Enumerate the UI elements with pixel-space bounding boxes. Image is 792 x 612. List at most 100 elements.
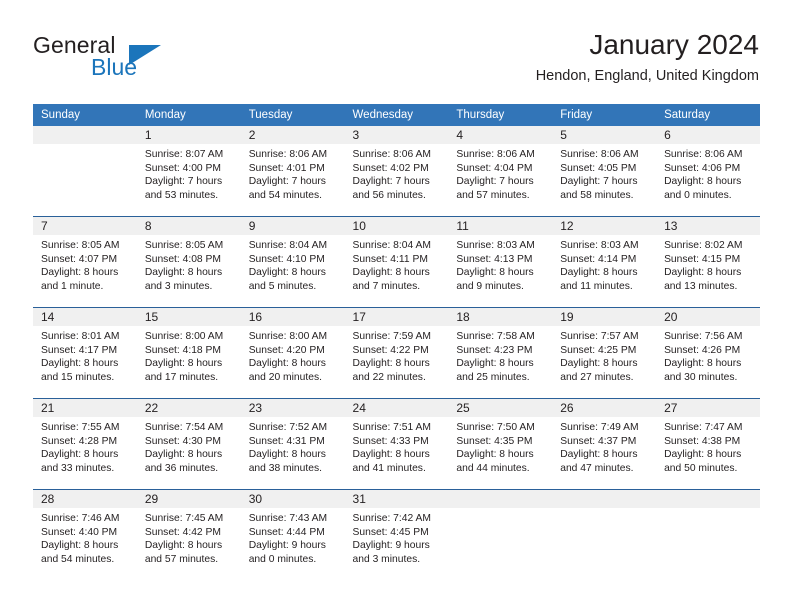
calendar-day-cell[interactable]: 8 Sunrise: 8:05 AM Sunset: 4:08 PM Daylight… — [136, 216, 241, 308]
sunset-line: Sunset: 4:01 PM — [248, 162, 325, 174]
sunrise-line: Sunrise: 8:06 AM — [456, 149, 535, 160]
calendar-day-cell[interactable]: 22 Sunrise: 7:54 AM Sunset: 4:30 PM Dayligh… — [136, 398, 241, 490]
sunset-line: Sunset: 4:08 PM — [144, 253, 221, 265]
day-number: 29 — [144, 492, 159, 506]
daylight-line-continued: and 5 minutes. — [248, 280, 317, 292]
daylight-line-continued: and 20 minutes. — [248, 371, 322, 383]
sunrise-line: Sunrise: 7:55 AM — [41, 422, 120, 433]
page-title: January 2024 — [589, 29, 759, 60]
day-cell-content: 2 Sunrise: 8:06 AM Sunset: 4:01 PM Daylight… — [240, 126, 345, 216]
daylight-line-continued: and 57 minutes. — [144, 553, 219, 565]
day-details: Sunrise: 7:45 AM Sunset: 4:42 PM Daylight:… — [137, 508, 241, 566]
day-cell-content: 13 Sunrise: 8:02 AM Sunset: 4:15 PM Dayligh… — [656, 217, 760, 307]
calendar-day-cell[interactable]: 9 Sunrise: 8:04 AM Sunset: 4:10 PM Daylight… — [240, 216, 345, 308]
daylight-line-continued: and 0 minutes. — [664, 189, 732, 201]
calendar-day-cell[interactable]: 15 Sunrise: 8:00 AM Sunset: 4:18 PM Dayligh… — [136, 307, 241, 399]
day-details: Sunrise: 7:51 AM Sunset: 4:33 PM Daylight:… — [345, 417, 449, 475]
calendar-day-cell[interactable]: 31 Sunrise: 7:42 AM Sunset: 4:45 PM Dayligh… — [344, 489, 449, 580]
day-number: 2 — [248, 128, 256, 142]
daylight-line-continued: and 3 minutes. — [144, 280, 213, 292]
calendar-day-cell[interactable]: 14 Sunrise: 8:01 AM Sunset: 4:17 PM Dayligh… — [33, 307, 137, 399]
day-number-band: 8 — [136, 217, 241, 235]
sunrise-line: Sunrise: 8:02 AM — [664, 240, 743, 251]
daylight-line-continued: and 47 minutes. — [560, 462, 634, 474]
calendar-day-cell[interactable]: 24 Sunrise: 7:51 AM Sunset: 4:33 PM Dayligh… — [344, 398, 449, 490]
calendar-day-cell[interactable]: 4 Sunrise: 8:06 AM Sunset: 4:04 PM Daylight… — [448, 126, 553, 217]
day-number-band: 7 — [33, 217, 137, 235]
calendar-day-cell[interactable]: 6 Sunrise: 8:06 AM Sunset: 4:06 PM Daylight… — [656, 126, 760, 217]
day-details: Sunrise: 8:05 AM Sunset: 4:08 PM Daylight:… — [137, 235, 241, 293]
general-blue-logo: General Blue — [33, 32, 243, 88]
day-cell-content — [33, 126, 137, 216]
day-cell-content: 8 Sunrise: 8:05 AM Sunset: 4:08 PM Daylight… — [136, 217, 241, 307]
sunrise-line: Sunrise: 7:49 AM — [560, 422, 639, 433]
calendar-day-cell[interactable]: 2 Sunrise: 8:06 AM Sunset: 4:01 PM Daylight… — [240, 126, 345, 217]
day-number: 5 — [560, 128, 567, 142]
calendar-day-cell — [552, 489, 657, 580]
day-number-band: 24 — [344, 399, 449, 417]
day-details: Sunrise: 8:06 AM Sunset: 4:01 PM Daylight:… — [241, 144, 345, 202]
day-number-band: 27 — [656, 399, 760, 417]
sunrise-line: Sunrise: 8:05 AM — [41, 240, 120, 251]
day-number-band: 5 — [552, 126, 657, 144]
daylight-line: Daylight: 7 hours — [352, 176, 430, 188]
daylight-line: Daylight: 8 hours — [352, 358, 430, 370]
day-cell-content: 16 Sunrise: 8:00 AM Sunset: 4:20 PM Dayligh… — [240, 308, 345, 398]
sunset-line: Sunset: 4:13 PM — [456, 253, 533, 265]
day-details: Sunrise: 7:54 AM Sunset: 4:30 PM Daylight:… — [137, 417, 241, 475]
day-details: Sunrise: 8:06 AM Sunset: 4:04 PM Daylight:… — [448, 144, 552, 202]
calendar-day-cell[interactable]: 23 Sunrise: 7:52 AM Sunset: 4:31 PM Dayligh… — [240, 398, 345, 490]
day-number: 3 — [352, 128, 360, 142]
calendar-week-row: 28 Sunrise: 7:46 AM Sunset: 4:40 PM Dayligh… — [33, 489, 760, 580]
day-details: Sunrise: 8:06 AM Sunset: 4:05 PM Daylight:… — [552, 144, 656, 202]
calendar-day-cell[interactable]: 26 Sunrise: 7:49 AM Sunset: 4:37 PM Dayligh… — [552, 398, 657, 490]
calendar-day-cell[interactable]: 12 Sunrise: 8:03 AM Sunset: 4:14 PM Dayligh… — [552, 216, 657, 308]
sunset-line: Sunset: 4:05 PM — [560, 162, 637, 174]
calendar-day-cell[interactable]: 28 Sunrise: 7:46 AM Sunset: 4:40 PM Dayligh… — [33, 489, 137, 580]
calendar-week-row: 21 Sunrise: 7:55 AM Sunset: 4:28 PM Dayligh… — [33, 398, 760, 490]
sunset-line: Sunset: 4:20 PM — [248, 344, 325, 356]
calendar-day-cell[interactable]: 21 Sunrise: 7:55 AM Sunset: 4:28 PM Dayligh… — [33, 398, 137, 490]
calendar-day-cell[interactable]: 20 Sunrise: 7:56 AM Sunset: 4:26 PM Dayligh… — [656, 307, 760, 399]
calendar-day-cell[interactable]: 25 Sunrise: 7:50 AM Sunset: 4:35 PM Dayligh… — [448, 398, 553, 490]
day-cell-content: 7 Sunrise: 8:05 AM Sunset: 4:07 PM Daylight… — [33, 217, 137, 307]
day-number: 4 — [456, 128, 464, 142]
sunset-line: Sunset: 4:26 PM — [664, 344, 741, 356]
calendar-day-cell[interactable]: 13 Sunrise: 8:02 AM Sunset: 4:15 PM Dayligh… — [656, 216, 760, 308]
calendar-week-row: 14 Sunrise: 8:01 AM Sunset: 4:17 PM Dayligh… — [33, 307, 760, 399]
daylight-line: Daylight: 8 hours — [248, 449, 326, 461]
calendar-day-cell[interactable]: 16 Sunrise: 8:00 AM Sunset: 4:20 PM Dayligh… — [240, 307, 345, 399]
sunset-line: Sunset: 4:38 PM — [664, 435, 741, 447]
day-number: 21 — [41, 401, 55, 415]
day-number-band: 18 — [448, 308, 553, 326]
day-number: 28 — [41, 492, 55, 506]
day-cell-content: 28 Sunrise: 7:46 AM Sunset: 4:40 PM Dayligh… — [33, 490, 137, 580]
calendar-day-cell[interactable]: 11 Sunrise: 8:03 AM Sunset: 4:13 PM Dayligh… — [448, 216, 553, 308]
weekday-header-thursday: Thursday — [448, 104, 553, 126]
calendar-day-cell[interactable]: 30 Sunrise: 7:43 AM Sunset: 4:44 PM Dayligh… — [240, 489, 345, 580]
daylight-line-continued: and 50 minutes. — [664, 462, 738, 474]
daylight-line: Daylight: 8 hours — [144, 540, 223, 552]
weekday-header-tuesday: Tuesday — [240, 104, 345, 126]
calendar-day-cell[interactable]: 27 Sunrise: 7:47 AM Sunset: 4:38 PM Dayligh… — [656, 398, 760, 490]
calendar-day-cell[interactable]: 19 Sunrise: 7:57 AM Sunset: 4:25 PM Dayligh… — [552, 307, 657, 399]
daylight-line: Daylight: 8 hours — [560, 267, 638, 279]
calendar-day-cell[interactable]: 17 Sunrise: 7:59 AM Sunset: 4:22 PM Dayligh… — [344, 307, 449, 399]
calendar-week-row: 7 Sunrise: 8:05 AM Sunset: 4:07 PM Daylight… — [33, 216, 760, 308]
day-cell-content: 31 Sunrise: 7:42 AM Sunset: 4:45 PM Dayligh… — [344, 490, 449, 580]
calendar-day-cell[interactable]: 29 Sunrise: 7:45 AM Sunset: 4:42 PM Dayligh… — [136, 489, 241, 580]
day-number: 12 — [560, 219, 574, 233]
calendar-day-cell[interactable]: 10 Sunrise: 8:04 AM Sunset: 4:11 PM Dayligh… — [344, 216, 449, 308]
daylight-line-continued: and 22 minutes. — [352, 371, 426, 383]
day-number-band: 26 — [552, 399, 657, 417]
daylight-line: Daylight: 8 hours — [664, 358, 742, 370]
day-number: 19 — [560, 310, 574, 324]
calendar-day-cell[interactable]: 3 Sunrise: 8:06 AM Sunset: 4:02 PM Daylight… — [344, 126, 449, 217]
calendar-day-cell[interactable]: 7 Sunrise: 8:05 AM Sunset: 4:07 PM Daylight… — [33, 216, 137, 308]
day-details — [656, 508, 760, 512]
calendar-day-cell[interactable]: 1 Sunrise: 8:07 AM Sunset: 4:00 PM Daylight… — [136, 126, 241, 217]
sunset-line: Sunset: 4:11 PM — [352, 253, 428, 265]
calendar-day-cell[interactable]: 18 Sunrise: 7:58 AM Sunset: 4:23 PM Dayligh… — [448, 307, 553, 399]
calendar-day-cell[interactable]: 5 Sunrise: 8:06 AM Sunset: 4:05 PM Daylight… — [552, 126, 657, 217]
day-details — [33, 144, 137, 148]
